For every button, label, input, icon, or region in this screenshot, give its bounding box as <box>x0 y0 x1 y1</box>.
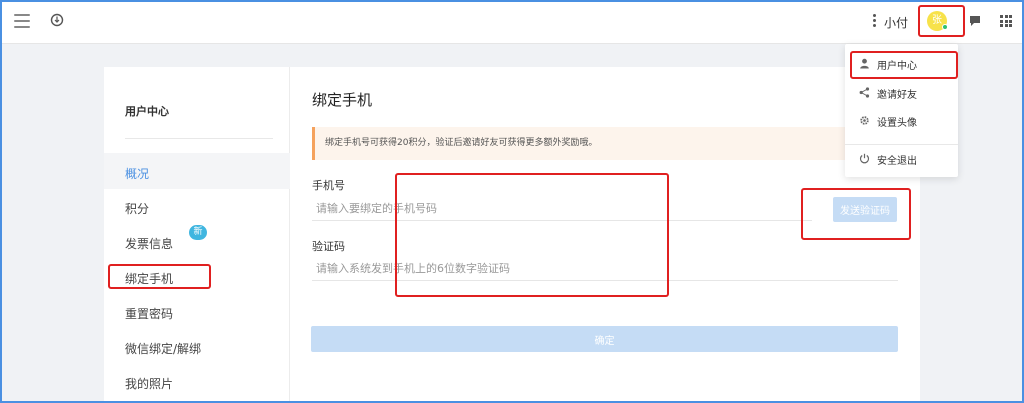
page-title: 绑定手机 <box>312 91 373 109</box>
chat-icon[interactable] <box>969 15 981 27</box>
phone-input[interactable] <box>312 197 812 221</box>
avatar-highlight-box: 张 <box>918 5 965 37</box>
sidebar-item-bind-phone[interactable]: 绑定手机 <box>125 270 173 287</box>
phone-label: 手机号 <box>312 179 345 192</box>
power-icon <box>859 153 870 164</box>
sidebar-item-overview[interactable]: 概况 <box>125 165 149 182</box>
confirm-button[interactable]: 确定 <box>311 326 898 352</box>
sidebar-title: 用户中心 <box>125 105 169 118</box>
logo-icon[interactable] <box>50 13 64 27</box>
sidebar-item-my-photos[interactable]: 我的照片 <box>125 375 173 392</box>
sidebar-item-label: 发票信息 <box>125 237 174 251</box>
verification-code-input[interactable] <box>312 257 898 281</box>
apps-grid-icon[interactable] <box>1000 15 1012 27</box>
user-icon <box>860 58 869 69</box>
main-card: 用户中心 概况 积分 发票信息 新 绑定手机 重置密码 微信绑定/解绑 我的照片… <box>104 67 920 403</box>
send-code-button[interactable]: 发送验证码 <box>833 197 897 222</box>
hamburger-menu-icon[interactable] <box>14 14 30 28</box>
dropdown-item-label: 邀请好友 <box>877 90 917 101</box>
content-area: 绑定手机 绑定手机号可获得20积分，验证后邀请好友可获得更多额外奖励哦。 手机号… <box>291 67 920 403</box>
dropdown-item-logout[interactable]: 安全退出 <box>845 145 958 173</box>
online-status-dot <box>942 24 948 30</box>
dropdown-item-user-center[interactable]: 用户中心 <box>845 50 958 78</box>
dropdown-item-set-avatar[interactable]: 设置头像 <box>845 107 958 135</box>
sidebar-divider <box>125 138 273 139</box>
sidebar-item-points[interactable]: 积分 <box>125 200 149 217</box>
share-icon <box>859 87 870 98</box>
new-badge: 新 <box>189 225 207 240</box>
sidebar-item-reset-password[interactable]: 重置密码 <box>125 305 173 322</box>
dropdown-item-label: 用户中心 <box>877 61 917 72</box>
dropdown-item-invite-friends[interactable]: 邀请好友 <box>845 79 958 107</box>
more-vertical-icon[interactable] <box>873 14 877 28</box>
sidebar: 用户中心 概况 积分 发票信息 新 绑定手机 重置密码 微信绑定/解绑 我的照片 <box>104 67 290 403</box>
notice-banner: 绑定手机号可获得20积分，验证后邀请好友可获得更多额外奖励哦。 <box>312 127 902 160</box>
dropdown-item-label: 设置头像 <box>877 118 917 129</box>
verification-code-label: 验证码 <box>312 240 345 253</box>
sidebar-item-wechat-binding[interactable]: 微信绑定/解绑 <box>125 340 201 357</box>
sidebar-item-invoice[interactable]: 发票信息 新 <box>125 225 207 252</box>
gear-icon <box>860 116 869 125</box>
top-bar: 小付 张 <box>0 0 1024 44</box>
dropdown-item-label: 安全退出 <box>877 156 917 167</box>
user-dropdown-menu: 用户中心 邀请好友 设置头像 安全退出 <box>845 44 958 177</box>
username-label[interactable]: 小付 <box>884 14 908 31</box>
